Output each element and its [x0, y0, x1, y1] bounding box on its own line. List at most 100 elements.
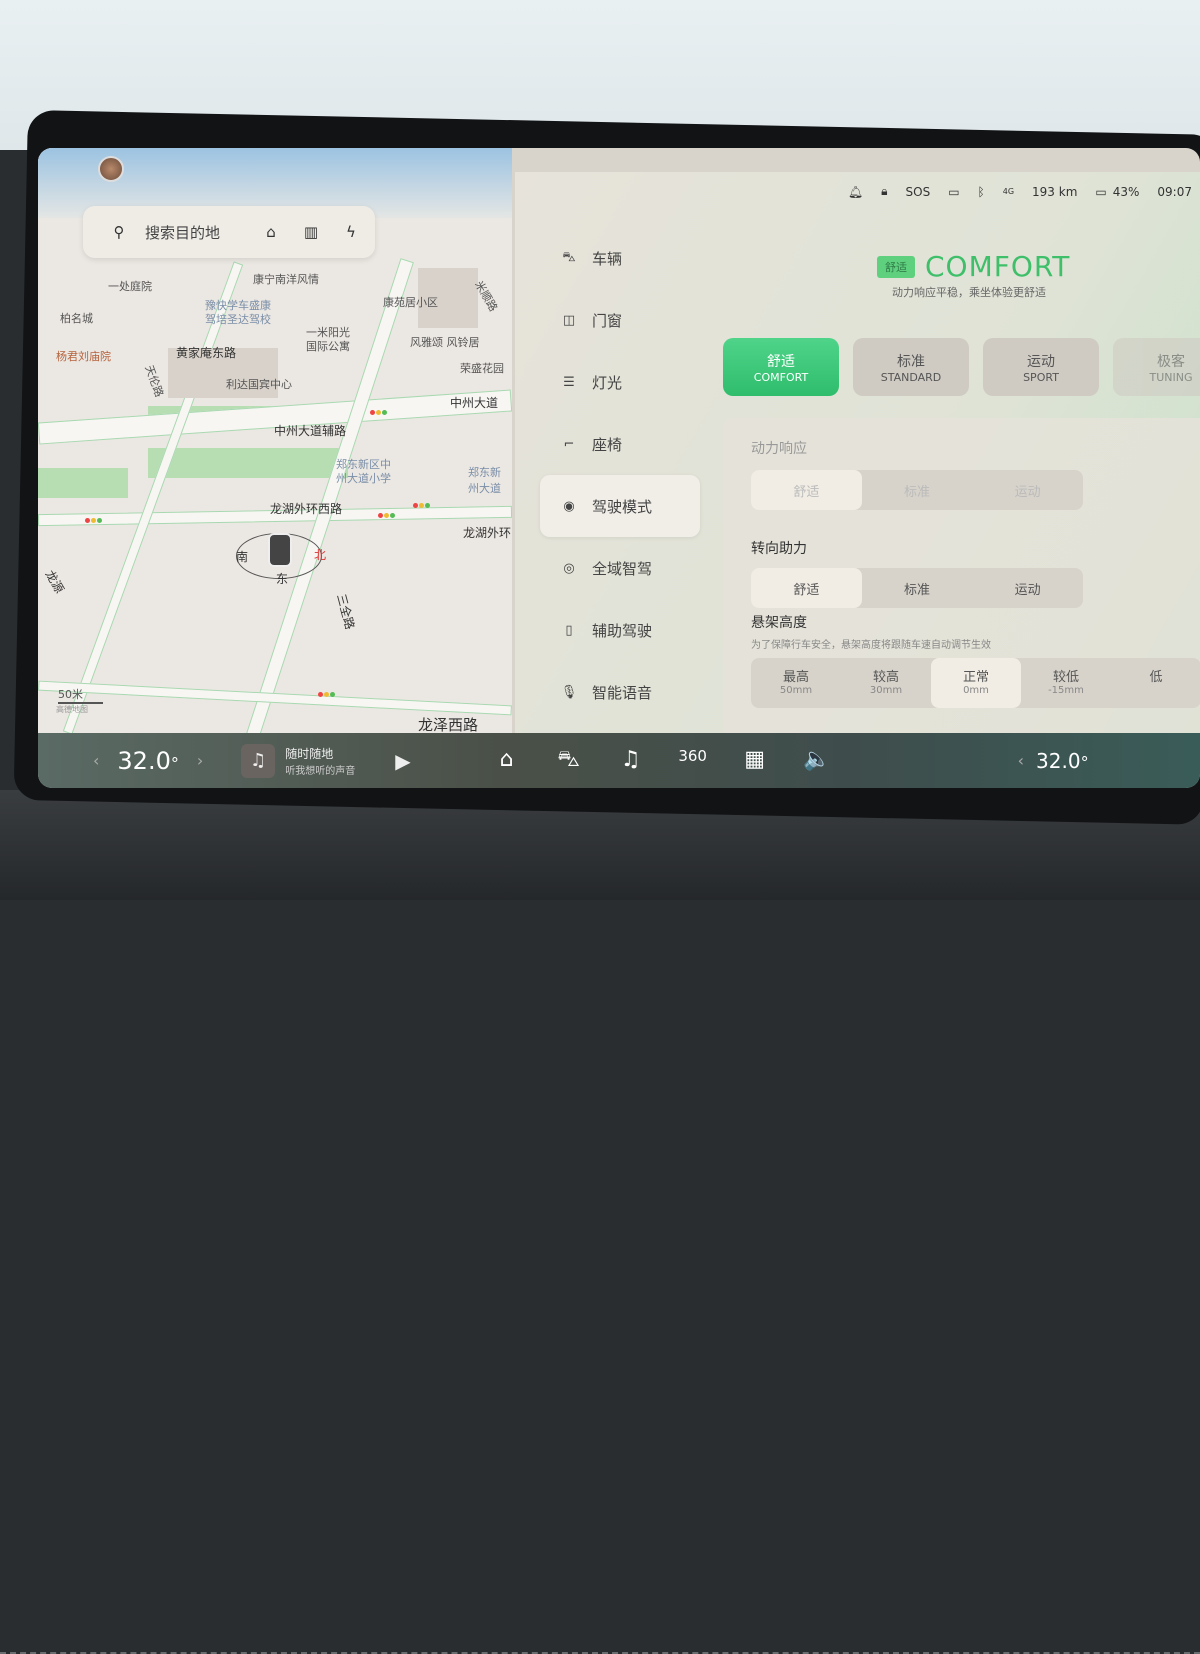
sos-button[interactable]: SOS — [906, 185, 931, 199]
steering-option-sport[interactable]: 运动 — [972, 568, 1083, 608]
status-bar: 🔔︎ 🔒︎ SOS ▭ ᛒ 4G 193 km ▭ 43% 09:07 — [848, 184, 1192, 199]
option-label: 正常 — [962, 670, 989, 685]
degree: ° — [1080, 752, 1089, 772]
music-icon[interactable]: ♫ — [600, 747, 662, 775]
temp-right-decrease-icon[interactable]: ‹ — [1018, 751, 1024, 770]
search-icon: ⚲ — [113, 223, 125, 241]
mode-label-en: TUNING — [1149, 370, 1193, 384]
option-value: 30mm — [869, 685, 903, 696]
power-option-sport[interactable]: 运动 — [972, 470, 1083, 510]
temp-right[interactable]: 32.0° — [1036, 749, 1089, 773]
map-label: 三全路 — [334, 592, 357, 631]
mode-tuning-button[interactable]: 极客 TUNING — [1113, 338, 1200, 396]
drive-mode-selector: 舒适 COMFORT 标准 STANDARD 运动 SPORT 极客 TUNING — [723, 338, 1200, 396]
mode-standard-button[interactable]: 标准 STANDARD — [853, 338, 969, 396]
light-icon: ☰ — [563, 374, 575, 390]
option-value: -15mm — [1048, 685, 1084, 696]
map-label: 中州大道 — [450, 396, 499, 410]
steering-option-standard[interactable]: 标准 — [862, 568, 973, 608]
nav-item-smart-drive[interactable]: ◎ 全域智驾 — [540, 537, 700, 599]
suspension-option-high[interactable]: 较高 30mm — [841, 658, 931, 708]
seat-icon: ⌐ — [563, 436, 575, 452]
music-widget[interactable]: ♫ 随时随地听我想听的声音 ▶ — [241, 743, 411, 778]
temp-left-increase-icon[interactable]: › — [197, 751, 203, 770]
search-bar[interactable]: ⚲ 搜索目的地 ⌂ ▥ ϟ — [83, 206, 375, 258]
compass-south: 南 — [236, 550, 249, 564]
option-value: 50mm — [779, 685, 813, 696]
door-icon: ◫ — [562, 312, 576, 328]
map-view[interactable]: ⚲ 搜索目的地 ⌂ ▥ ϟ 一处庭院 康宁南洋风情 豫快学车盛康 驾培圣达驾校 … — [38, 148, 512, 733]
mode-label-en: SPORT — [1023, 370, 1059, 384]
map-label: 驾培圣达驾校 — [205, 313, 271, 326]
map-label: 杨君刘庙院 — [56, 350, 111, 363]
car-icon[interactable]: ⛍ — [538, 747, 600, 775]
user-avatar[interactable] — [98, 156, 124, 182]
lock-icon[interactable]: 🔒︎ — [881, 184, 887, 199]
nav-item-voice[interactable]: 🎙 智能语音 — [540, 661, 700, 723]
traffic-light-icon — [318, 692, 335, 697]
vehicle-settings-panel: 🔔︎ 🔒︎ SOS ▭ ᛒ 4G 193 km ▭ 43% 09:07 ⛍ 车辆 … — [515, 172, 1200, 738]
bell-icon[interactable]: 🔔︎ — [848, 185, 863, 199]
settings-nav: ⛍ 车辆 ◫ 门窗 ☰ 灯光 ⌐ 座椅 ◉ 驾驶模式 ◎ 全域智驾 ▯ 辅助驾驶 🎙 智能语音 — [540, 227, 700, 723]
nav-label: 驾驶模式 — [592, 497, 653, 516]
charging-icon[interactable]: ϟ — [337, 223, 365, 241]
music-subtitle: 听我想听的声音 — [285, 765, 356, 777]
option-label: 较高 — [872, 670, 899, 685]
smart-drive-icon: ◎ — [563, 560, 575, 576]
music-title: 随时随地 — [285, 746, 334, 761]
temp-left[interactable]: 32.0° — [117, 747, 178, 775]
mode-comfort-button[interactable]: 舒适 COMFORT — [723, 338, 839, 396]
option-label: 较低 — [1052, 670, 1079, 685]
map-attribution: 高德地图 — [56, 705, 88, 714]
power-option-standard[interactable]: 标准 — [862, 470, 973, 510]
map-label: 康宁南洋风情 — [253, 273, 319, 286]
suspension-option-low[interactable]: 较低 -15mm — [1021, 658, 1111, 708]
360-camera-icon[interactable]: 360 — [662, 747, 724, 775]
mode-title: COMFORT — [925, 250, 1071, 283]
nav-item-seats[interactable]: ⌐ 座椅 — [540, 413, 700, 475]
map-label: 天伦路 — [142, 363, 166, 399]
map-label: 一处庭院 — [108, 280, 152, 293]
suspension-option-normal[interactable]: 正常 0mm — [931, 658, 1021, 708]
nav-item-vehicle[interactable]: ⛍ 车辆 — [540, 227, 700, 289]
nav-item-doors-windows[interactable]: ◫ 门窗 — [540, 289, 700, 351]
mode-tag: 舒适 — [877, 255, 915, 278]
nav-label: 车辆 — [592, 249, 623, 268]
nav-item-lights[interactable]: ☰ 灯光 — [540, 351, 700, 413]
infotainment-screen: ⚲ 搜索目的地 ⌂ ▥ ϟ 一处庭院 康宁南洋风情 豫快学车盛康 驾培圣达驾校 … — [38, 148, 1200, 788]
compass-north: 北 — [314, 548, 327, 562]
volume-icon[interactable]: 🔈 — [786, 747, 848, 775]
nav-label: 门窗 — [592, 311, 623, 330]
vehicle-position-icon — [268, 533, 292, 567]
map-label: 柏名城 — [60, 312, 93, 325]
temp-left-decrease-icon[interactable]: ‹ — [93, 751, 99, 770]
mode-sport-button[interactable]: 运动 SPORT — [983, 338, 1099, 396]
play-icon[interactable]: ▶ — [395, 749, 410, 773]
map-label: 龙源 — [42, 567, 67, 596]
search-input[interactable]: 搜索目的地 — [145, 222, 245, 243]
map-scale: 50米 — [58, 686, 103, 704]
home-icon[interactable]: ⌂ — [257, 223, 285, 241]
company-icon[interactable]: ▥ — [297, 223, 325, 241]
suspension-note: 为了保障行车安全，悬架高度将跟随车速自动调节生效 — [751, 640, 991, 651]
steering-option-comfort[interactable]: 舒适 — [751, 568, 862, 608]
battery-icon: ▭ — [1095, 184, 1107, 199]
range-text: 193 km — [1032, 184, 1078, 199]
degree: ° — [170, 753, 179, 773]
nav-item-drive-mode[interactable]: ◉ 驾驶模式 — [540, 475, 700, 537]
home-icon[interactable]: ⌂ — [476, 747, 538, 775]
nav-item-assisted-driving[interactable]: ▯ 辅助驾驶 — [540, 599, 700, 661]
nav-label: 灯光 — [592, 373, 623, 392]
nav-label: 全域智驾 — [592, 559, 653, 578]
temp-value: 32.0 — [1036, 748, 1081, 773]
suspension-option-highest[interactable]: 最高 50mm — [751, 658, 841, 708]
apps-icon[interactable]: ▦ — [724, 747, 786, 775]
nav-label: 辅助驾驶 — [592, 621, 653, 640]
bottom-dock: ‹ 32.0° › ♫ 随时随地 听我想听的声音 ▶ ⌂ ⛍ ♫ 360 ▦ 🔈 … — [38, 733, 1200, 788]
option-label: 低 — [1149, 670, 1163, 685]
music-note-icon: ♫ — [241, 743, 276, 778]
suspension-option-lowest[interactable]: 低 — [1111, 658, 1200, 708]
option-label: 最高 — [782, 670, 809, 685]
power-option-comfort[interactable]: 舒适 — [751, 470, 862, 510]
microphone-icon: 🎙 — [560, 684, 578, 700]
